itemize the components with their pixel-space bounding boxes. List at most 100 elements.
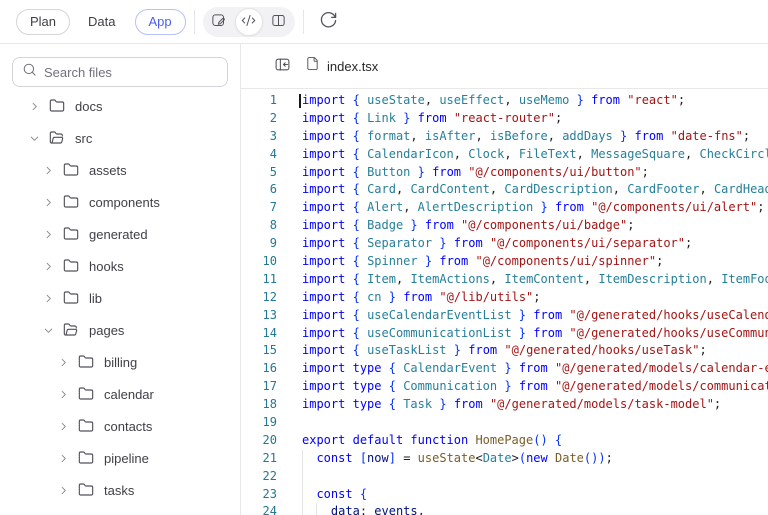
tree-item-label: lib: [89, 291, 102, 306]
line-number: 6: [241, 181, 277, 199]
toolbar-tab-plan[interactable]: Plan: [16, 9, 70, 35]
code-line: 15import { useTaskList } from "@/generat…: [241, 342, 768, 360]
code-line: 4import { CalendarIcon, Clock, FileText,…: [241, 146, 768, 164]
folder-icon: [78, 386, 95, 403]
folder-icon: [63, 226, 80, 243]
app-window: Plan Data App: [0, 0, 768, 515]
tree-item-calendar[interactable]: calendar: [0, 378, 240, 410]
view-mode-switcher: [203, 7, 295, 37]
code-line: 21 const [now] = useState<Date>(new Date…: [241, 450, 768, 468]
tree-item-pipeline[interactable]: pipeline: [0, 442, 240, 474]
chevron-right-icon[interactable]: [42, 164, 55, 177]
refresh-button[interactable]: [317, 10, 341, 34]
line-number: 5: [241, 164, 277, 182]
tree-item-partial-file[interactable]: [0, 506, 240, 515]
chevron-down-icon[interactable]: [42, 324, 55, 337]
file-search: [12, 57, 228, 87]
chevron-down-icon[interactable]: [28, 132, 41, 145]
tree-item-hooks[interactable]: hooks: [0, 250, 240, 282]
text-cursor: [299, 94, 301, 108]
file-icon: [305, 56, 320, 76]
line-number: 16: [241, 360, 277, 378]
code-line: 16import type { CalendarEvent } from "@/…: [241, 360, 768, 378]
line-number: 1: [241, 92, 277, 110]
folder-icon: [63, 194, 80, 211]
refresh-icon: [319, 11, 338, 33]
preview-mode-button[interactable]: [205, 8, 233, 36]
tree-item-label: tasks: [104, 483, 134, 498]
line-number: 20: [241, 432, 277, 450]
folder-open-icon: [49, 130, 66, 147]
toolbar-tab-app[interactable]: App: [135, 9, 186, 35]
line-number: 7: [241, 199, 277, 217]
chevron-right-icon[interactable]: [57, 388, 70, 401]
line-number: 8: [241, 217, 277, 235]
folder-icon: [78, 354, 95, 371]
chevron-right-icon[interactable]: [57, 484, 70, 497]
chevron-right-icon[interactable]: [42, 292, 55, 305]
code-mode-button[interactable]: [235, 8, 263, 36]
code-line: 1import { useState, useEffect, useMemo }…: [241, 92, 768, 110]
line-number: 15: [241, 342, 277, 360]
tree-item-label: pipeline: [104, 451, 149, 466]
chevron-right-icon[interactable]: [57, 356, 70, 369]
search-input[interactable]: [44, 65, 227, 80]
tree-item-label: docs: [75, 99, 102, 114]
tree-item-contacts[interactable]: contacts: [0, 410, 240, 442]
panel-collapse-left-icon: [274, 56, 291, 76]
tree-item-pages[interactable]: pages: [0, 314, 240, 346]
code-area[interactable]: 1import { useState, useEffect, useMemo }…: [241, 89, 768, 515]
tree-item-components[interactable]: components: [0, 186, 240, 218]
folder-icon: [78, 418, 95, 435]
code-line: 5import { Button } from "@/components/ui…: [241, 164, 768, 182]
collapse-sidebar-button[interactable]: [272, 56, 292, 76]
tree-item-label: pages: [89, 323, 124, 338]
tree-item-label: calendar: [104, 387, 154, 402]
code-line: 8import { Badge } from "@/components/ui/…: [241, 217, 768, 235]
tree-item-tasks[interactable]: tasks: [0, 474, 240, 506]
chevron-right-icon[interactable]: [28, 100, 41, 113]
tree-item-label: billing: [104, 355, 137, 370]
code-line: 11import { Item, ItemActions, ItemConten…: [241, 271, 768, 289]
line-number: 9: [241, 235, 277, 253]
line-number: 11: [241, 271, 277, 289]
code-line: 6import { Card, CardContent, CardDescrip…: [241, 181, 768, 199]
code-brackets-icon: [241, 13, 256, 31]
tree-item-billing[interactable]: billing: [0, 346, 240, 378]
tree-item-lib[interactable]: lib: [0, 282, 240, 314]
folder-icon: [63, 258, 80, 275]
chevron-right-icon[interactable]: [57, 452, 70, 465]
tree-item-src[interactable]: src: [0, 122, 240, 154]
folder-icon: [63, 162, 80, 179]
code-line: 14import { useCommunicationList } from "…: [241, 325, 768, 343]
tree-item-assets[interactable]: assets: [0, 154, 240, 186]
split-mode-button[interactable]: [265, 8, 293, 36]
line-number: 10: [241, 253, 277, 271]
line-number: 12: [241, 289, 277, 307]
editor-tab[interactable]: index.tsx: [305, 56, 378, 76]
code-line: 7import { Alert, AlertDescription } from…: [241, 199, 768, 217]
line-number: 24: [241, 503, 277, 515]
line-number: 18: [241, 396, 277, 414]
file-explorer: docs src assets components generatedhooks lib…: [0, 44, 241, 515]
line-number: 3: [241, 128, 277, 146]
chevron-right-icon[interactable]: [42, 228, 55, 241]
chevron-right-icon[interactable]: [57, 420, 70, 433]
tab-filename: index.tsx: [327, 59, 378, 74]
toolbar-tab-data[interactable]: Data: [82, 14, 121, 29]
editor-pane: index.tsx 1import { useState, useEffect,…: [241, 44, 768, 515]
tree-item-docs[interactable]: docs: [0, 90, 240, 122]
chevron-right-icon[interactable]: [42, 196, 55, 209]
code-line: 3import { format, isAfter, isBefore, add…: [241, 128, 768, 146]
indent-guide: [302, 468, 303, 486]
tree-item-label: assets: [89, 163, 127, 178]
toolbar: Plan Data App: [0, 0, 768, 44]
tree-item-label: components: [89, 195, 160, 210]
line-number: 13: [241, 307, 277, 325]
design-canvas-icon: [211, 13, 226, 31]
folder-open-icon: [63, 322, 80, 339]
tree-item-generated[interactable]: generated: [0, 218, 240, 250]
chevron-right-icon[interactable]: [42, 260, 55, 273]
folder-icon: [78, 450, 95, 467]
line-number: 14: [241, 325, 277, 343]
